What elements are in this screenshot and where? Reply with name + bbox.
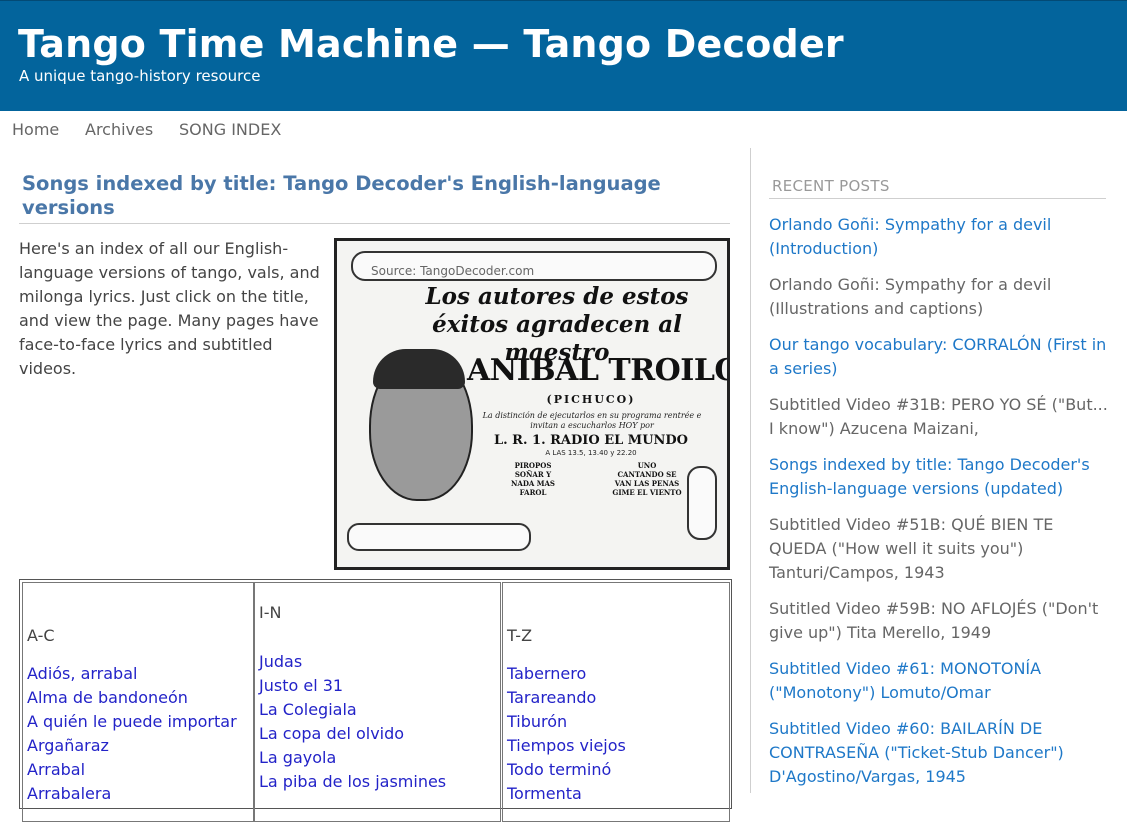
promo-song: VAN LAS PENAS <box>614 479 680 488</box>
index-column-a-c: A-C Adiós, arrabal Alma de bandoneón A q… <box>22 582 254 822</box>
song-link[interactable]: La Colegiala <box>259 698 446 722</box>
song-link[interactable]: Justo el 31 <box>259 674 446 698</box>
promo-song: CANTANDO SE <box>617 470 677 479</box>
song-list: Tabernero Tarareando Tiburón Tiempos vie… <box>507 662 626 806</box>
recent-post-link[interactable]: Songs indexed by title: Tango Decoder's … <box>769 453 1109 501</box>
nav-song-index[interactable]: SONG INDEX <box>179 120 281 139</box>
song-link[interactable]: Tormenta <box>507 782 626 806</box>
site-tagline: A unique tango-history resource <box>19 67 261 85</box>
site-title[interactable]: Tango Time Machine — Tango Decoder <box>18 21 844 67</box>
song-list: Judas Justo el 31 La Colegiala La copa d… <box>259 650 446 794</box>
index-column-i-n: I-N Judas Justo el 31 La Colegiala La co… <box>254 582 501 822</box>
song-link[interactable]: Arrabal <box>27 758 237 782</box>
promo-times: A LAS 13.5, 13.40 y 22.20 <box>545 449 637 457</box>
troilo-promo-image: Source: TangoDecoder.com Los autores de … <box>334 238 730 570</box>
recent-post-link[interactable]: Our tango vocabulary: CORRALÓN (First in… <box>769 333 1109 381</box>
promo-name: ANIBAL TROILO <box>467 353 730 388</box>
recent-post-link[interactable]: Sutitled Video #59B: NO AFLOJÉS ("Don't … <box>769 597 1109 645</box>
recent-posts-list: Orlando Goñi: Sympathy for a devil (Intr… <box>769 213 1109 801</box>
portrait-hair <box>373 349 465 389</box>
song-link[interactable]: Tiempos viejos <box>507 734 626 758</box>
song-link[interactable]: Tiburón <box>507 710 626 734</box>
title-divider <box>19 223 730 224</box>
recent-post-link[interactable]: Subtitled Video #31B: PERO YO SÉ ("But..… <box>769 393 1109 441</box>
promo-song: PIROPOS <box>514 461 552 470</box>
recent-post-link[interactable]: Orlando Goñi: Sympathy for a devil (Intr… <box>769 213 1109 261</box>
song-index-table: A-C Adiós, arrabal Alma de bandoneón A q… <box>19 579 732 822</box>
song-link[interactable]: A quién le puede importar <box>27 710 237 734</box>
scroll-banner-bottom <box>347 523 531 551</box>
main-nav: Home Archives SONG INDEX <box>0 111 1127 147</box>
recent-post-link[interactable]: Subtitled Video #60: BAILARÍN DE CONTRAS… <box>769 717 1109 789</box>
image-source-watermark: Source: TangoDecoder.com <box>371 264 535 278</box>
song-link[interactable]: La piba de los jasmines <box>259 770 446 794</box>
sidebar-divider <box>769 198 1106 199</box>
promo-song: SOÑAR Y <box>514 470 552 479</box>
song-link[interactable]: Arrabalera <box>27 782 237 806</box>
song-link[interactable]: Judas <box>259 650 446 674</box>
recent-post-link[interactable]: Subtitled Video #51B: QUÉ BIEN TE QUEDA … <box>769 513 1109 585</box>
promo-songs-right: UNO CANTANDO SE VAN LAS PENAS GIME EL VI… <box>589 461 705 497</box>
promo-blurb: La distinción de ejecutarlos en su progr… <box>482 411 702 430</box>
promo-song: NADA MAS <box>510 479 555 488</box>
song-link[interactable]: La gayola <box>259 746 446 770</box>
nav-archives[interactable]: Archives <box>85 120 153 139</box>
index-column-heading: T-Z <box>507 626 533 645</box>
index-column-heading: A-C <box>27 626 55 645</box>
song-list: Adiós, arrabal Alma de bandoneón A quién… <box>27 662 237 806</box>
post-title[interactable]: Songs indexed by title: Tango Decoder's … <box>22 172 730 220</box>
song-link[interactable]: Tabernero <box>507 662 626 686</box>
recent-post-link[interactable]: Orlando Goñi: Sympathy for a devil (Illu… <box>769 273 1109 321</box>
promo-song: FAROL <box>519 488 547 497</box>
nav-home[interactable]: Home <box>12 120 59 139</box>
promo-station: L. R. 1. RADIO EL MUNDO <box>493 433 689 448</box>
song-link[interactable]: La copa del olvido <box>259 722 446 746</box>
promo-song: GIME EL VIENTO <box>612 488 682 497</box>
song-link[interactable]: Alma de bandoneón <box>27 686 237 710</box>
song-link[interactable]: Argañaraz <box>27 734 237 758</box>
promo-song: UNO <box>637 461 657 470</box>
song-link[interactable]: Todo terminó <box>507 758 626 782</box>
site-header: Tango Time Machine — Tango Decoder A uni… <box>0 0 1127 111</box>
index-column-t-z: T-Z Tabernero Tarareando Tiburón Tiempos… <box>502 582 730 822</box>
sidebar-heading: RECENT POSTS <box>772 177 890 195</box>
index-column-heading: I-N <box>259 603 282 622</box>
recent-post-link[interactable]: Subtitled Video #61: MONOTONÍA ("Monoton… <box>769 657 1109 705</box>
song-link[interactable]: Tarareando <box>507 686 626 710</box>
promo-songs-left: PIROPOS SOÑAR Y NADA MAS FAROL <box>475 461 591 497</box>
promo-nickname: (PICHUCO) <box>546 393 636 406</box>
column-divider <box>750 148 751 793</box>
post-intro: Here's an index of all our English-langu… <box>19 239 320 378</box>
song-link[interactable]: Adiós, arrabal <box>27 662 237 686</box>
